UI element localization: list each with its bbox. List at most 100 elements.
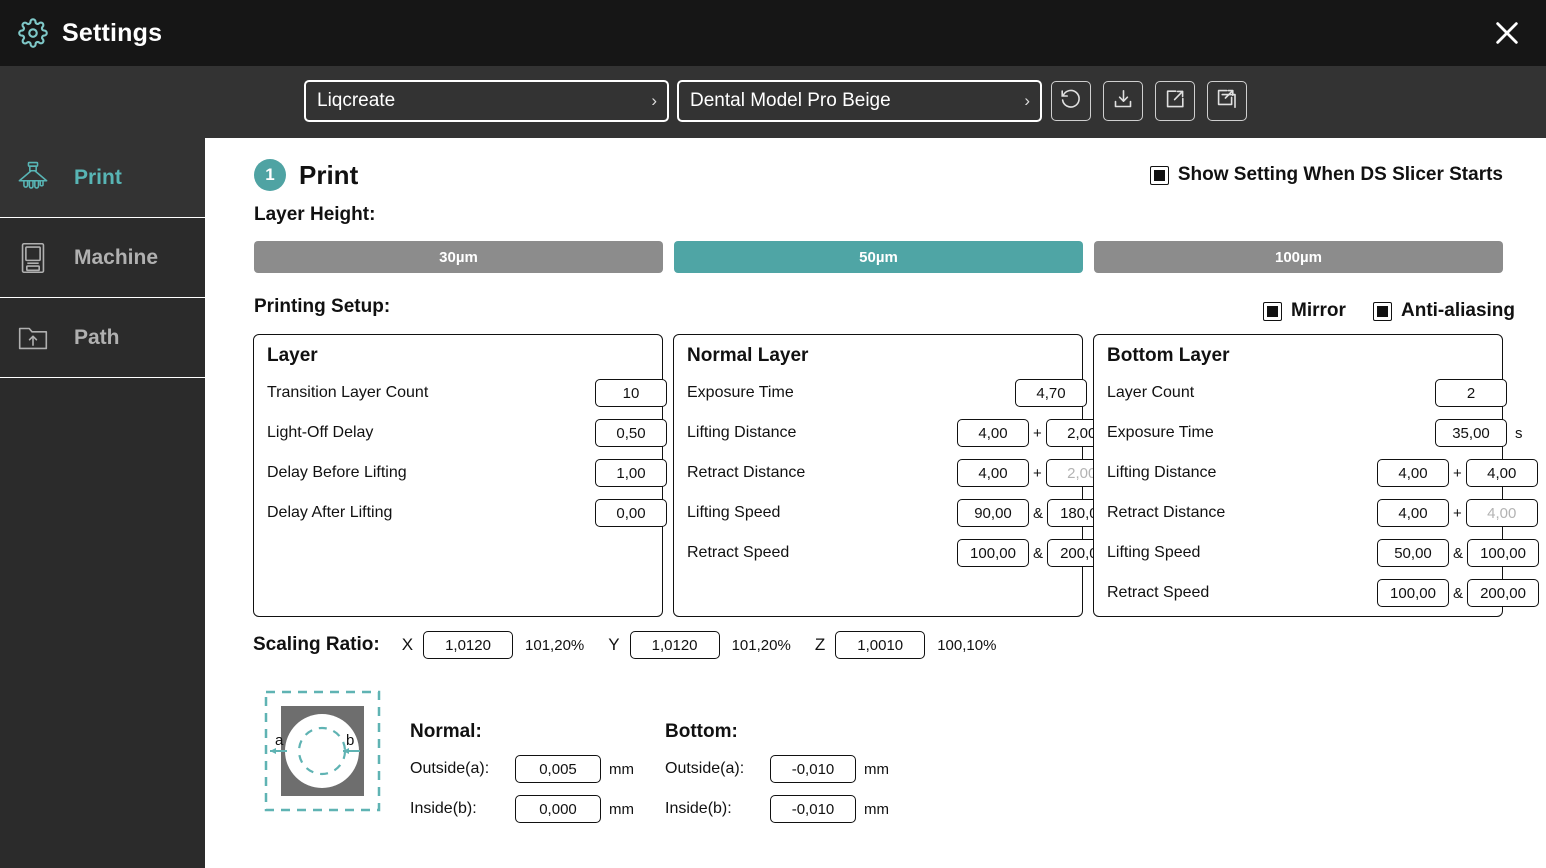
show-setting-checkbox[interactable]: Show Setting When DS Slicer Starts — [1149, 164, 1503, 186]
inside-label: Inside(b): — [410, 800, 477, 817]
settings-row: Lifting Distance4,00+2,00mm — [687, 419, 1151, 447]
layer-height-option-30um[interactable]: 30µm — [254, 241, 663, 273]
layer-input-3[interactable]: 0,00 — [595, 499, 667, 527]
chevron-right-icon: › — [651, 91, 657, 110]
compensation-normal-title: Normal: — [410, 721, 482, 742]
field-group: 4,00+4,00mm — [1377, 499, 1546, 527]
reset-icon — [1059, 87, 1083, 116]
anti-aliasing-label: Anti-aliasing — [1401, 300, 1516, 321]
sidebar-item-print[interactable]: Print — [0, 138, 205, 218]
resin-select-value: Dental Model Pro Beige — [690, 90, 891, 111]
scaling-input-y[interactable]: 1,0120 — [629, 631, 720, 659]
bottom-outside-unit: mm — [864, 760, 889, 778]
checkbox-checked-icon — [1373, 301, 1392, 321]
settings-row: Transition Layer Count 10 — [267, 379, 667, 407]
operator-symbol: & — [1033, 504, 1044, 522]
operator-symbol: & — [1453, 544, 1464, 562]
scaling-ratio-row: Scaling Ratio: X 1,0120 101,20% Y 1,0120… — [253, 631, 1020, 659]
bottom-input-0[interactable]: 2 — [1435, 379, 1507, 407]
export-all-button[interactable] — [1207, 81, 1247, 121]
sidebar-item-label: Print — [74, 165, 122, 189]
settings-row: Delay After Lifting 0,00s — [267, 499, 683, 527]
mirror-checkbox[interactable]: Mirror — [1263, 300, 1346, 322]
export-button[interactable] — [1155, 81, 1195, 121]
normal-label-1: Lifting Distance — [687, 424, 797, 441]
layer-height-option-50um[interactable]: 50µm — [674, 241, 1083, 273]
bottom-input-5-a[interactable]: 100,00 — [1377, 579, 1449, 607]
sidebar-item-path[interactable]: Path — [0, 298, 205, 378]
layer-input-2[interactable]: 1,00 — [595, 459, 667, 487]
operator-symbol: + — [1453, 464, 1462, 482]
unit-label: mm/min — [1539, 545, 1546, 562]
bottom-input-5-b[interactable]: 200,00 — [1467, 579, 1540, 607]
layer-height-option-100um[interactable]: 100µm — [1094, 241, 1503, 273]
normal-input-1-a[interactable]: 4,00 — [957, 419, 1029, 447]
layer-input-1[interactable]: 0,50 — [595, 419, 667, 447]
layer-label-1: Light-Off Delay — [267, 424, 374, 441]
normal-input-3-a[interactable]: 90,00 — [957, 499, 1029, 527]
section-header: 1 Print — [254, 159, 358, 191]
normal-input-2-a[interactable]: 4,00 — [957, 459, 1029, 487]
panel-title: Normal Layer — [687, 345, 809, 366]
normal-label-3: Lifting Speed — [687, 504, 781, 521]
settings-row: Retract Speed100,00&200,00mm/min — [1107, 579, 1540, 607]
axis-label-y: Y — [608, 635, 620, 654]
panel-layer: Layer Transition Layer Count 10 Light-Off … — [253, 334, 683, 617]
bottom-inside-input[interactable]: -0,010 — [770, 795, 856, 823]
normal-label-0: Exposure Time — [687, 384, 794, 401]
normal-input-4-a[interactable]: 100,00 — [957, 539, 1029, 567]
show-setting-label: Show Setting When DS Slicer Starts — [1177, 164, 1503, 185]
field-group: 2 — [1435, 379, 1507, 407]
resin-select[interactable]: Dental Model Pro Beige › — [677, 80, 1042, 122]
settings-row: Exposure Time 35,00 s — [1107, 419, 1523, 447]
bottom-input-2-a[interactable]: 4,00 — [1377, 459, 1449, 487]
settings-row: Delay Before Lifting 1,00s — [267, 459, 683, 487]
normal-input-0[interactable]: 4,70 — [1015, 379, 1087, 407]
folder-upload-icon — [10, 319, 56, 357]
bottom-outside-input[interactable]: -0,010 — [770, 755, 856, 783]
brand-select[interactable]: Liqcreate › — [304, 80, 669, 122]
inside-label: Inside(b): — [665, 800, 732, 817]
printing-setup-label: Printing Setup: — [254, 296, 391, 317]
bottom-input-4-b[interactable]: 100,00 — [1467, 539, 1540, 567]
layer-label-3: Delay After Lifting — [267, 504, 393, 521]
layer-input-0[interactable]: 10 — [595, 379, 667, 407]
bottom-input-2-b[interactable]: 4,00 — [1465, 459, 1538, 487]
close-icon[interactable] — [1484, 10, 1530, 56]
reset-button[interactable] — [1051, 81, 1091, 121]
title-bar: Settings — [0, 0, 1546, 66]
bottom-input-1[interactable]: 35,00 — [1435, 419, 1507, 447]
axis-label-x: X — [401, 635, 414, 654]
field-group: 35,00 s — [1435, 419, 1523, 447]
svg-text:b: b — [346, 732, 354, 749]
chevron-right-icon: › — [1024, 91, 1030, 110]
operator-symbol: & — [1033, 544, 1044, 562]
bottom-inside-unit: mm — [864, 800, 889, 818]
printer-resin-icon — [10, 158, 56, 198]
checkbox-checked-icon — [1149, 165, 1169, 185]
field-group: 0,00s — [595, 499, 683, 527]
mirror-label: Mirror — [1291, 300, 1346, 321]
field-group: 50,00&100,00mm/min — [1377, 539, 1546, 567]
sidebar-item-label: Path — [74, 325, 120, 349]
normal-inside-input[interactable]: 0,000 — [515, 795, 601, 823]
anti-aliasing-checkbox[interactable]: Anti-aliasing — [1373, 300, 1515, 322]
normal-inside-unit: mm — [609, 800, 634, 818]
operator-symbol: + — [1033, 424, 1042, 442]
field-group: 0,50s — [595, 419, 683, 447]
checkbox-checked-icon — [1263, 301, 1282, 321]
operator-symbol: & — [1453, 584, 1464, 602]
normal-outside-input[interactable]: 0,005 — [515, 755, 601, 783]
import-button[interactable] — [1103, 81, 1143, 121]
panel-title: Bottom Layer — [1107, 345, 1230, 366]
sidebar-item-machine[interactable]: Machine — [0, 218, 205, 298]
bottom-input-4-a[interactable]: 50,00 — [1377, 539, 1449, 567]
settings-row: Layer Count 2 — [1107, 379, 1507, 407]
settings-row: Lifting Speed50,00&100,00mm/min — [1107, 539, 1540, 567]
scaling-input-z[interactable]: 1,0010 — [835, 631, 926, 659]
scaling-input-x[interactable]: 1,0120 — [423, 631, 514, 659]
settings-row: Exposure Time 4,70s — [687, 379, 1103, 407]
sidebar-filler — [0, 378, 205, 379]
bottom-input-3-a[interactable]: 4,00 — [1377, 499, 1449, 527]
compensation-normal-group: Normal: Outside(a): 0,005 mm Inside(b): … — [410, 721, 634, 823]
